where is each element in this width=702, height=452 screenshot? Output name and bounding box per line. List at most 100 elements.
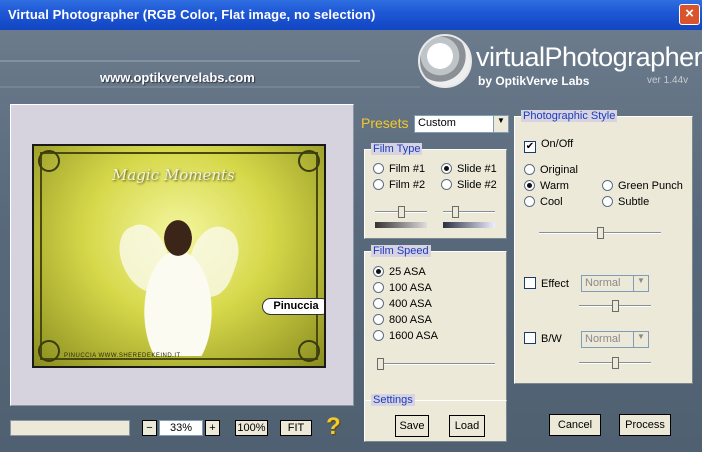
radio-icon[interactable] [373, 282, 384, 293]
film-speed-slider[interactable] [377, 358, 495, 370]
radio-icon[interactable] [373, 298, 384, 309]
radio-cool[interactable]: Cool [524, 196, 563, 208]
tone-gradient [375, 222, 427, 228]
corner-ornament [298, 340, 320, 362]
main-window: www.optikvervelabs.com virtualPhotograph… [0, 30, 702, 452]
radio-slide-1[interactable]: Slide #1 [441, 163, 497, 175]
zoom-in-button[interactable]: + [205, 420, 220, 436]
checkbox-icon[interactable] [524, 277, 536, 289]
preview-panel: Magic Moments Pinuccia PINUCCIA WWW.SHER… [10, 104, 354, 406]
checkbox-icon[interactable] [524, 332, 536, 344]
radio-label: Film #1 [389, 163, 426, 175]
zoom-100-button[interactable]: 100% [235, 420, 268, 436]
radio-icon[interactable] [441, 163, 452, 174]
radio-800-asa[interactable]: 800 ASA [373, 314, 432, 326]
radio-label: Slide #2 [457, 179, 497, 191]
film-type-slider-2[interactable] [443, 206, 495, 218]
effect-mode-dropdown[interactable]: Normal ▼ [581, 275, 649, 292]
onoff-checkbox[interactable]: ✔ On/Off [524, 138, 573, 153]
bw-mode-dropdown[interactable]: Normal ▼ [581, 331, 649, 348]
radio-original[interactable]: Original [524, 164, 578, 176]
corner-ornament [38, 340, 60, 362]
settings-group: Settings Save Load [364, 394, 507, 442]
radio-icon[interactable] [373, 163, 384, 174]
film-type-title: Film Type [371, 143, 423, 155]
radio-subtle[interactable]: Subtle [602, 196, 649, 208]
radio-icon[interactable] [524, 196, 535, 207]
name-badge: Pinuccia [262, 298, 324, 315]
film-speed-title: Film Speed [371, 245, 431, 257]
progress-bar [10, 420, 130, 436]
process-button[interactable]: Process [619, 414, 671, 436]
radio-green-punch[interactable]: Green Punch [602, 180, 683, 192]
corner-ornament [298, 150, 320, 172]
chevron-down-icon[interactable]: ▼ [633, 332, 648, 347]
window-title: Virtual Photographer (RGB Color, Flat im… [8, 7, 376, 22]
slider-thumb[interactable] [597, 227, 604, 239]
film-type-slider-1[interactable] [375, 206, 427, 218]
radio-label: 100 ASA [389, 282, 432, 294]
radio-icon[interactable] [441, 179, 452, 190]
checkbox-icon[interactable]: ✔ [524, 141, 536, 153]
radio-1600-asa[interactable]: 1600 ASA [373, 330, 438, 342]
radio-icon[interactable] [602, 196, 613, 207]
help-icon[interactable]: ? [326, 413, 341, 441]
slider-thumb[interactable] [377, 358, 384, 370]
style-slider[interactable] [539, 227, 661, 239]
radio-slide-2[interactable]: Slide #2 [441, 179, 497, 191]
radio-label: Cool [540, 196, 563, 208]
settings-title: Settings [371, 394, 415, 406]
radio-100-asa[interactable]: 100 ASA [373, 282, 432, 294]
tone-gradient [443, 222, 495, 228]
radio-icon[interactable] [373, 314, 384, 325]
radio-warm[interactable]: Warm [524, 180, 569, 192]
radio-label: Green Punch [618, 180, 683, 192]
radio-400-asa[interactable]: 400 ASA [373, 298, 432, 310]
bw-slider[interactable] [579, 357, 651, 369]
title-bar: Virtual Photographer (RGB Color, Flat im… [0, 0, 702, 30]
radio-film-2[interactable]: Film #2 [373, 179, 425, 191]
save-button[interactable]: Save [395, 415, 429, 437]
slider-thumb[interactable] [612, 300, 619, 312]
bw-mode-value: Normal [585, 333, 621, 345]
radio-25-asa[interactable]: 25 ASA [373, 266, 426, 278]
checkbox-label: Effect [541, 278, 569, 290]
background-streak [0, 60, 360, 62]
zoom-out-button[interactable]: − [142, 420, 157, 436]
effect-checkbox[interactable]: Effect [524, 277, 569, 290]
radio-film-1[interactable]: Film #1 [373, 163, 425, 175]
radio-icon[interactable] [602, 180, 613, 191]
radio-icon[interactable] [524, 180, 535, 191]
presets-value: Custom [418, 117, 456, 129]
zoom-value-field[interactable]: 33% [159, 420, 203, 436]
close-button[interactable]: × [679, 4, 700, 25]
photographic-style-title: Photographic Style [521, 110, 618, 122]
slider-thumb[interactable] [612, 357, 619, 369]
slider-track [377, 363, 495, 365]
angel-figure [142, 216, 214, 356]
radio-icon[interactable] [373, 179, 384, 190]
effect-slider[interactable] [579, 300, 651, 312]
film-speed-group: Film Speed 25 ASA 100 ASA 400 ASA 800 AS… [364, 245, 507, 413]
version-label: ver 1.44v [647, 75, 689, 86]
radio-icon[interactable] [373, 266, 384, 277]
bw-checkbox[interactable]: B/W [524, 332, 562, 345]
presets-dropdown[interactable]: Custom ▼ [414, 115, 509, 133]
slider-thumb[interactable] [452, 206, 459, 218]
load-button[interactable]: Load [449, 415, 485, 437]
radio-label: 400 ASA [389, 298, 432, 310]
chevron-down-icon[interactable]: ▼ [493, 116, 508, 132]
radio-icon[interactable] [373, 330, 384, 341]
preview-image[interactable]: Magic Moments Pinuccia PINUCCIA WWW.SHER… [32, 144, 326, 368]
website-url[interactable]: www.optikvervelabs.com [100, 70, 255, 85]
radio-label: 800 ASA [389, 314, 432, 326]
cancel-button[interactable]: Cancel [549, 414, 601, 436]
image-footer-text: PINUCCIA WWW.SHEREDEKEIND.IT [64, 353, 181, 359]
zoom-fit-button[interactable]: FIT [280, 420, 312, 436]
chevron-down-icon[interactable]: ▼ [633, 276, 648, 291]
checkbox-label: B/W [541, 333, 562, 345]
film-type-group: Film Type Film #1 Slide #1 Film #2 Slide… [364, 143, 507, 239]
slider-thumb[interactable] [398, 206, 405, 218]
radio-icon[interactable] [524, 164, 535, 175]
radio-label: Subtle [618, 196, 650, 208]
